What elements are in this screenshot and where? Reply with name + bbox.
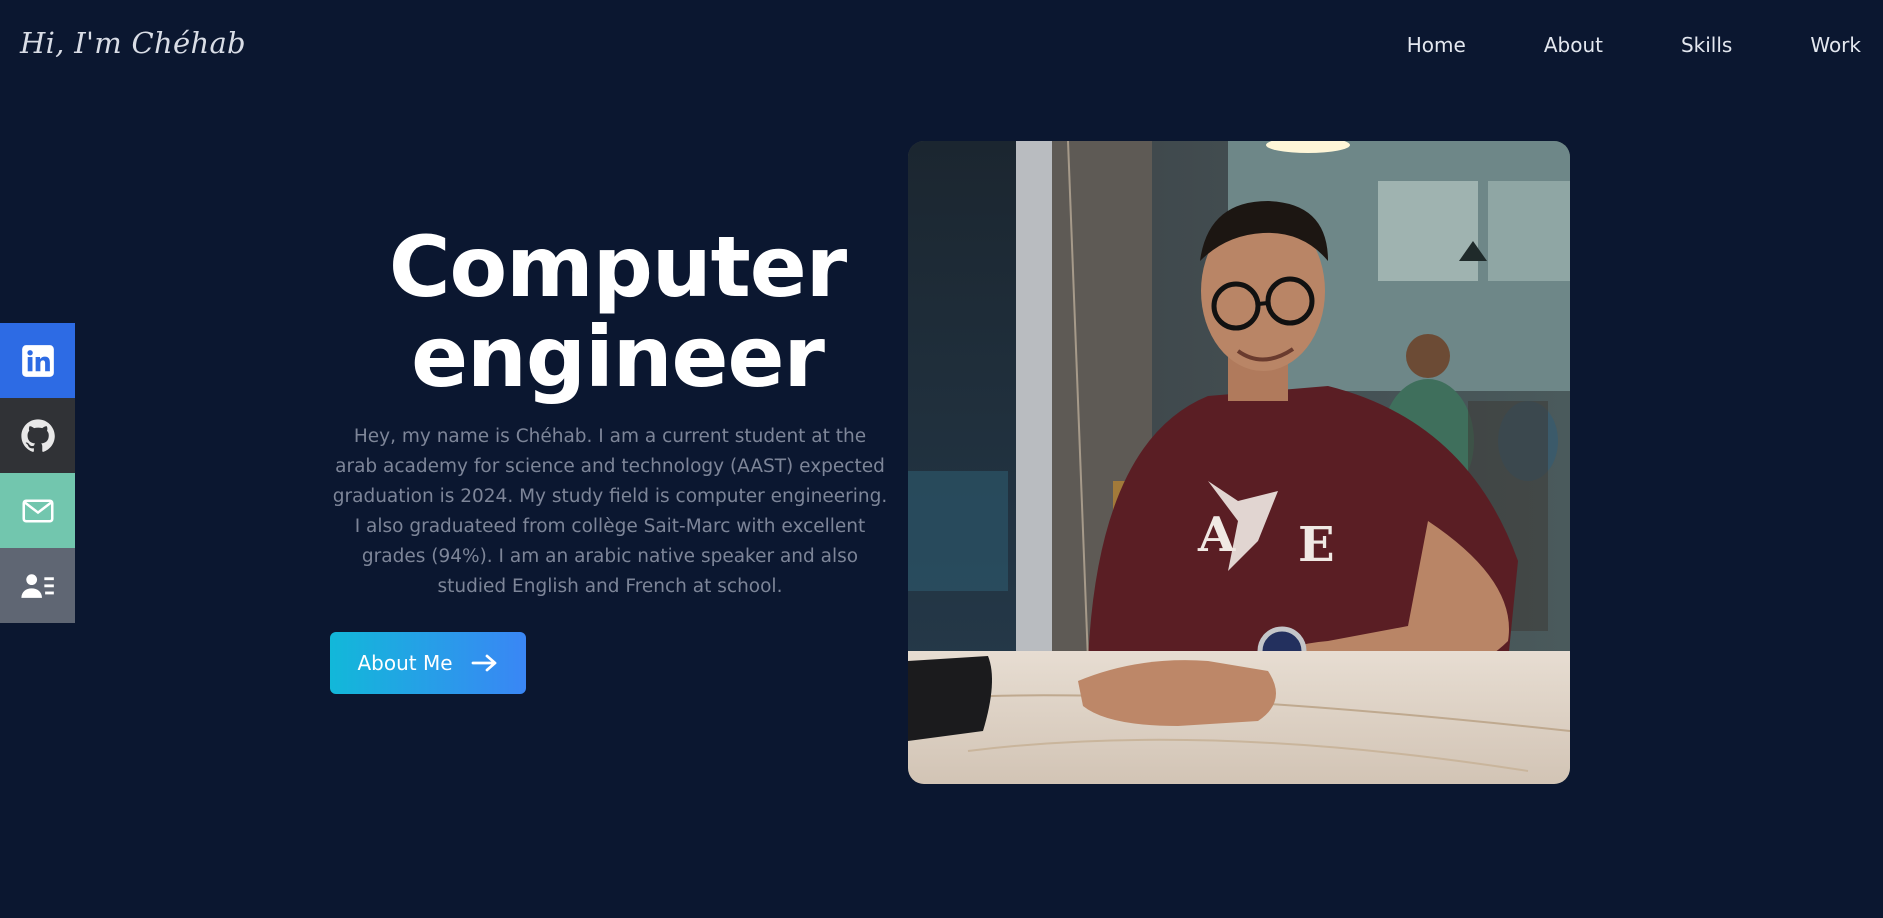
site-brand[interactable]: Hi, I'm Chéhab: [20, 26, 246, 60]
contact-card-icon: [20, 573, 54, 598]
hero-title-line2: engineer: [411, 308, 825, 406]
hero-title-line1: Computer: [388, 218, 847, 316]
arrow-right-icon: [471, 654, 496, 672]
hero-description: Hey, my name is Chéhab. I am a current s…: [332, 426, 888, 597]
hero-title: Computer engineer: [330, 222, 905, 402]
email-button[interactable]: [0, 473, 75, 548]
about-me-button[interactable]: About Me: [330, 632, 526, 694]
profile-photo: A E: [908, 141, 1570, 784]
svg-text:E: E: [1298, 517, 1335, 573]
nav-work-link[interactable]: Work: [1810, 33, 1861, 57]
svg-text:A: A: [1197, 507, 1236, 563]
linkedin-button[interactable]: [0, 323, 75, 398]
linkedin-icon: [21, 344, 54, 377]
about-me-button-label: About Me: [357, 651, 453, 675]
mail-icon: [21, 498, 54, 523]
resume-button[interactable]: [0, 548, 75, 623]
social-sidebar: [0, 323, 75, 623]
top-nav: Home About Skills Work: [1407, 33, 1861, 57]
page: Hi, I'm Chéhab Home About Skills Work Co…: [0, 0, 1883, 918]
github-icon: [20, 418, 55, 452]
nav-about-link[interactable]: About: [1544, 33, 1603, 57]
nav-home-link[interactable]: Home: [1407, 33, 1466, 57]
github-button[interactable]: [0, 398, 75, 473]
nav-skills-link[interactable]: Skills: [1681, 33, 1732, 57]
